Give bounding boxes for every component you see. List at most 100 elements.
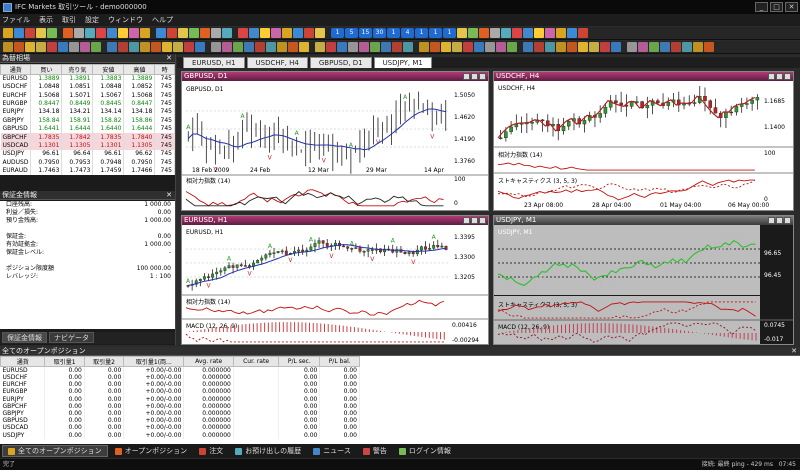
drawing-tool-button[interactable] xyxy=(337,42,347,52)
drawing-tool-button[interactable] xyxy=(288,42,298,52)
chart-canvas-usdchf[interactable]: USDCHF, H4 1.1685 1.1400 相対力指数 (14) ストキャスティク… xyxy=(494,81,793,210)
toolbar-button[interactable] xyxy=(260,28,270,38)
menu-file[interactable]: ファイル xyxy=(2,15,30,25)
toolbar-button[interactable] xyxy=(74,28,84,38)
chart-window-gbpusd[interactable]: GBPUSD, D1 A V A V A V A V A V GBPUSD, D1 1.5050 1.4… xyxy=(181,71,489,211)
chart-tool-button[interactable] xyxy=(490,28,500,38)
position-row[interactable]: USDCAD 0.00 0.00 +0.00/-0.00 0.000000 0.00 0.0… xyxy=(0,424,360,432)
minimize-icon[interactable] xyxy=(463,73,470,80)
drawing-tool-button[interactable] xyxy=(523,42,533,52)
close-icon[interactable] xyxy=(784,217,791,224)
drawing-tool-button[interactable] xyxy=(222,42,232,52)
positions-column-header[interactable]: 取引量1(両... xyxy=(123,356,185,367)
drawing-tool-button[interactable] xyxy=(441,42,451,52)
close-button[interactable]: ✕ xyxy=(785,2,798,12)
maximize-icon[interactable] xyxy=(776,73,783,80)
timeframe-button[interactable]: 1 xyxy=(331,28,344,38)
bottom-tab[interactable]: 注文 xyxy=(194,445,228,457)
toolbar-button[interactable] xyxy=(167,28,177,38)
tab-margin-info[interactable]: 保証金情報 xyxy=(2,332,47,343)
timeframe-button[interactable]: 1 xyxy=(429,28,442,38)
chart-tool-button[interactable] xyxy=(479,28,489,38)
quote-row[interactable]: GBPCHF 1.7835 1.7842 1.7835 1.7840 745 xyxy=(0,133,175,142)
chart-canvas-eurusd[interactable]: AVAVAVAVAVAVAEURUSD, H11.33951.33001.320… xyxy=(182,225,488,344)
timeframe-button[interactable]: 5 xyxy=(345,28,358,38)
toolbar-button[interactable] xyxy=(96,28,106,38)
drawing-tool-button[interactable] xyxy=(534,42,544,52)
quote-row[interactable]: EURUSD 1.3889 1.3891 1.3883 1.3889 745 xyxy=(0,74,175,83)
quote-row[interactable]: AUDUSD 0.7950 0.7953 0.7948 0.7950 745 xyxy=(0,158,175,167)
drawing-tool-button[interactable] xyxy=(649,42,659,52)
toolbar-button[interactable] xyxy=(47,28,57,38)
drawing-tool-button[interactable] xyxy=(403,42,413,52)
drawing-tool-button[interactable] xyxy=(3,42,13,52)
chart-window-eurusd[interactable]: EURUSD, H1 A V A V A V A V A V A V A EURUSD, H1 1.3395… xyxy=(181,215,489,345)
chart-tool-button[interactable] xyxy=(567,28,577,38)
drawing-tool-button[interactable] xyxy=(244,42,254,52)
timeframe-button[interactable]: 1 xyxy=(387,28,400,38)
positions-column-header[interactable]: 取引量2 xyxy=(83,356,125,367)
positions-column-header[interactable]: Avg. rate xyxy=(183,356,234,367)
drawing-tool-button[interactable] xyxy=(496,42,506,52)
tab-chart-eurusd[interactable]: EURUSD, H1 xyxy=(183,57,245,68)
drawing-tool-button[interactable] xyxy=(556,42,566,52)
drawing-tool-button[interactable] xyxy=(463,42,473,52)
quote-row[interactable]: EURJPY 134.18 134.21 134.14 134.18 745 xyxy=(0,108,175,117)
timeframe-button[interactable]: 4 xyxy=(401,28,414,38)
menu-view[interactable]: 表示 xyxy=(39,15,53,25)
drawing-tool-button[interactable] xyxy=(233,42,243,52)
toolbar-button[interactable] xyxy=(25,28,35,38)
bottom-tab[interactable]: オープンポジション xyxy=(110,445,193,457)
toolbar-button[interactable] xyxy=(211,28,221,38)
chart-tool-button[interactable] xyxy=(534,28,544,38)
close-icon[interactable] xyxy=(784,73,791,80)
drawing-tool-button[interactable] xyxy=(693,42,703,52)
chart-canvas-gbpusd[interactable]: AVAVAVA VAVGBPUSD, D11.50501.46201.41901.… xyxy=(182,81,488,210)
quotes-column-header[interactable]: 時 xyxy=(154,64,175,75)
drawing-tool-button[interactable] xyxy=(671,42,681,52)
quotes-column-header[interactable]: 通貨 xyxy=(0,64,32,75)
position-row[interactable]: USDJPY 0.00 0.00 +0.00/-0.00 0.000000 0.00 0.0… xyxy=(0,431,360,439)
toolbar-button[interactable] xyxy=(14,28,24,38)
bottom-tab[interactable]: 警告 xyxy=(358,445,392,457)
position-row[interactable]: EURGBP 0.00 0.00 +0.00/-0.00 0.000000 0.00 0.0… xyxy=(0,388,360,396)
drawing-tool-button[interactable] xyxy=(660,42,670,52)
maximize-icon[interactable] xyxy=(776,217,783,224)
drawing-tool-button[interactable] xyxy=(211,42,221,52)
chart-tool-button[interactable] xyxy=(578,28,588,38)
minimize-icon[interactable] xyxy=(768,217,775,224)
chart-tool-button[interactable] xyxy=(545,28,555,38)
drawing-tool-button[interactable] xyxy=(452,42,462,52)
menu-help[interactable]: ヘルプ xyxy=(152,15,173,25)
bottom-tab[interactable]: ログイン情報 xyxy=(394,445,456,457)
toolbar-button[interactable] xyxy=(282,28,292,38)
maximize-button[interactable]: □ xyxy=(770,2,783,12)
chart-tool-button[interactable] xyxy=(512,28,522,38)
toolbar-button[interactable] xyxy=(140,28,150,38)
close-icon[interactable] xyxy=(479,73,486,80)
position-row[interactable]: GBPUSD 0.00 0.00 +0.00/-0.00 0.000000 0.00 0.0… xyxy=(0,417,360,425)
quote-row[interactable]: EURAUD 1.7463 1.7473 1.7459 1.7466 745 xyxy=(0,166,175,176)
toolbar-button[interactable] xyxy=(3,28,13,38)
drawing-tool-button[interactable] xyxy=(545,42,555,52)
toolbar-button[interactable] xyxy=(63,28,73,38)
chart-window-usdchf[interactable]: USDCHF, H4 USDCHF, H4 1.1685 1.1400 相対力指数 (… xyxy=(493,71,794,211)
toolbar-button[interactable] xyxy=(222,28,232,38)
chart-tool-button[interactable] xyxy=(501,28,511,38)
quote-row[interactable]: EURGBP 0.8447 0.8449 0.8445 0.8447 745 xyxy=(0,99,175,109)
toolbar-button[interactable] xyxy=(118,28,128,38)
maximize-icon[interactable] xyxy=(471,73,478,80)
timeframe-button[interactable]: 1 xyxy=(443,28,456,38)
drawing-tool-button[interactable] xyxy=(277,42,287,52)
drawing-tool-button[interactable] xyxy=(485,42,495,52)
chart-tool-button[interactable] xyxy=(556,28,566,38)
drawing-tool-button[interactable] xyxy=(58,42,68,52)
toolbar-button[interactable] xyxy=(315,28,325,38)
position-row[interactable]: EURCHF 0.00 0.00 +0.00/-0.00 0.000000 0.00 0.0… xyxy=(0,381,360,389)
minimize-icon[interactable] xyxy=(768,73,775,80)
positions-column-header[interactable]: P/L sec. xyxy=(278,356,321,367)
drawing-tool-button[interactable] xyxy=(392,42,402,52)
position-row[interactable]: GBPJPY 0.00 0.00 +0.00/-0.00 0.000000 0.00 0.0… xyxy=(0,409,360,418)
drawing-tool-button[interactable] xyxy=(162,42,172,52)
drawing-tool-button[interactable] xyxy=(107,42,117,52)
